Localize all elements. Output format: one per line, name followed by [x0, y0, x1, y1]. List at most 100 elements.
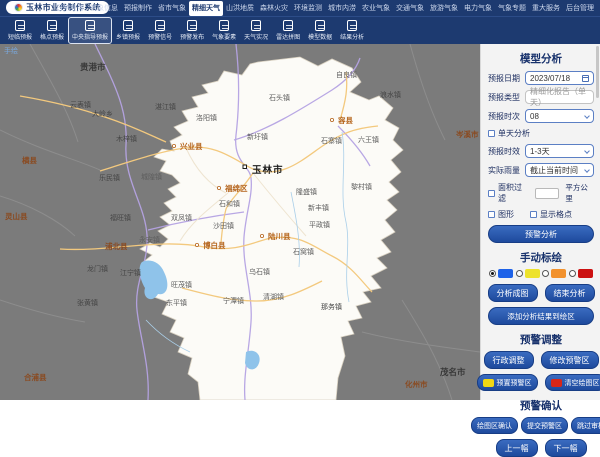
page-nav-button[interactable]: 上一幅	[496, 439, 538, 457]
warning-adjust-title: 预警调整	[488, 332, 594, 347]
adjust-badge-label: 清空绘图区	[565, 378, 600, 388]
map-label-town: 隆盛镇	[296, 187, 317, 196]
adjust-badge-button[interactable]: 预置预警区	[477, 374, 538, 391]
chevron-down-icon	[584, 167, 590, 173]
legend-checkbox[interactable]	[488, 211, 495, 218]
actual-rain-select[interactable]: 截止当前时间	[525, 163, 594, 177]
show-grid-label: 显示格点	[540, 209, 572, 220]
radio-icon	[516, 270, 523, 277]
map-label-town: 新圩镇	[247, 132, 268, 141]
map-label-town: 石头镇	[269, 93, 290, 102]
map-label-county: 博白县	[203, 240, 226, 250]
radio-icon	[569, 270, 576, 277]
toolbar: 短临预报格点预报中央指导预报乡镇预报预警信号预警发布气象要素天气实况雷达拼图模型…	[0, 16, 600, 44]
panel-title: 模型分析	[488, 51, 594, 66]
map-canvas[interactable]: 玉林市兴业县容县福绵区陆川县博白县贵港市茂名市浦北县横县灵山县合浦县化州市岑溪市…	[0, 44, 480, 400]
toolbar-item-active[interactable]: 中央指导预报	[68, 17, 112, 45]
confirm-buttons-row: 绘图区确认提交预警区跳过审核	[488, 417, 594, 434]
topnav-item[interactable]: 电力气象	[461, 1, 495, 16]
map-label-town: 新丰镇	[308, 203, 329, 212]
toolbar-item-label: 预警信号	[148, 32, 172, 41]
page-nav-button[interactable]: 下一幅	[545, 439, 587, 457]
color-option-red[interactable]	[569, 269, 593, 278]
warning-confirm-title: 预警确认	[488, 398, 594, 413]
topnav-item[interactable]: 环境监测	[291, 1, 325, 16]
color-radio-group	[488, 269, 594, 278]
topnav-item[interactable]: 后台管理	[563, 1, 597, 16]
topnav-item[interactable]: 气象信息	[87, 1, 121, 16]
topnav-item[interactable]: 森林火灾	[257, 1, 291, 16]
toolbar-item[interactable]: 天气实况	[240, 17, 272, 45]
topnav-item[interactable]: 城市内涝	[325, 1, 359, 16]
topnav-item[interactable]: 交通气象	[393, 1, 427, 16]
toolbar-item[interactable]: 预警发布	[176, 17, 208, 45]
map-label-town: 双凤镇	[171, 213, 192, 222]
toolbar-item[interactable]: 乡镇预报	[112, 17, 144, 45]
forecast-time-select[interactable]: 08	[525, 109, 594, 123]
map-label-outtown: 乐民镇	[99, 173, 120, 182]
toolbar-item[interactable]: 预警信号	[144, 17, 176, 45]
manual-action-button[interactable]: 结束分析	[545, 284, 595, 302]
orange-swatch	[551, 269, 566, 278]
map-label-outcounty: 岑溪市	[455, 129, 479, 139]
manual-action-button[interactable]: 分析成图	[488, 284, 538, 302]
map-label-county: 兴业县	[180, 141, 203, 151]
topnav-item[interactable]: 日常业务	[53, 1, 87, 16]
map-label-town: 石寨镇	[321, 136, 342, 145]
single-day-checkbox[interactable]	[488, 130, 495, 137]
calendar-icon[interactable]	[582, 75, 589, 82]
toolbar-item-label: 预警发布	[180, 32, 204, 41]
area-filter-checkbox[interactable]	[488, 190, 495, 197]
toolbar-item[interactable]: 模型数据	[304, 17, 336, 45]
confirm-action-button[interactable]: 提交预警区	[521, 417, 568, 434]
actual-rain-value: 截止当前时间	[530, 165, 578, 176]
color-option-orange[interactable]	[542, 269, 566, 278]
forecast-time-label: 预报时次	[488, 111, 525, 122]
warning-analysis-button[interactable]: 预警分析	[488, 225, 594, 243]
map-label-outtown: 那务镇	[321, 302, 342, 311]
topnav-item[interactable]: 重大服务	[529, 1, 563, 16]
adjust-action-button[interactable]: 行政调整	[484, 351, 534, 369]
show-grid-checkbox[interactable]	[530, 211, 537, 218]
forecast-type-input[interactable]: 精细化报告（单天）	[525, 90, 594, 104]
forecast-period-value: 1-3天	[530, 146, 550, 157]
area-filter-input[interactable]	[535, 188, 560, 199]
map-label-town: 自良镇	[336, 70, 357, 79]
document-icon	[155, 20, 165, 31]
topnav-item[interactable]: 旅游气象	[427, 1, 461, 16]
panel-scrollbar[interactable]	[596, 46, 599, 98]
adjust-badge-button[interactable]: 清空绘图区	[545, 374, 600, 391]
topnav-item[interactable]: 预报制作	[121, 1, 155, 16]
toolbar-item[interactable]: 短临预报	[4, 17, 36, 45]
topnav-item[interactable]: 山洪地质	[223, 1, 257, 16]
adjust-action-button[interactable]: 修改预警区	[541, 351, 599, 369]
document-icon	[315, 20, 325, 31]
forecast-period-row: 预报时效 1-3天	[488, 144, 594, 158]
map-label-town: 城隍镇	[141, 172, 162, 181]
forecast-date-input[interactable]: 2023/07/18	[525, 71, 594, 85]
toolbar-item[interactable]: 气象要素	[208, 17, 240, 45]
color-option-blue[interactable]	[489, 269, 513, 278]
yellow-swatch	[525, 269, 540, 278]
topnav-item[interactable]: 省市气象	[155, 1, 189, 16]
color-option-yellow[interactable]	[516, 269, 540, 278]
forecast-period-select[interactable]: 1-3天	[525, 144, 594, 158]
topnav-item[interactable]: 农业气象	[359, 1, 393, 16]
chevron-down-icon	[584, 113, 590, 119]
toolbar-item[interactable]: 格点预报	[36, 17, 68, 45]
color-badge-icon	[551, 379, 562, 387]
forecast-period-label: 预报时效	[488, 146, 525, 157]
toolbar-item[interactable]: 雷达拼图	[272, 17, 304, 45]
topnav-item-active[interactable]: 精细天气	[189, 1, 223, 16]
hand-draw-link[interactable]: 手绘	[4, 46, 18, 56]
document-icon	[15, 20, 25, 31]
actual-rain-label: 实际雨量	[488, 165, 525, 176]
color-badge-icon	[483, 379, 494, 387]
toolbar-item[interactable]: 结果分析	[336, 17, 368, 45]
model-analysis-panel: 模型分析 预报日期 2023/07/18 预报类型 精细化报告（单天） 预报时次…	[480, 44, 600, 400]
confirm-action-button[interactable]: 跳过审核	[571, 417, 600, 434]
confirm-action-button[interactable]: 绘图区确认	[471, 417, 518, 434]
map-label-town: 石窝镇	[293, 247, 314, 256]
add-result-to-draw-button[interactable]: 添加分析结果到绘区	[488, 307, 594, 325]
topnav-item[interactable]: 气象专题	[495, 1, 529, 16]
